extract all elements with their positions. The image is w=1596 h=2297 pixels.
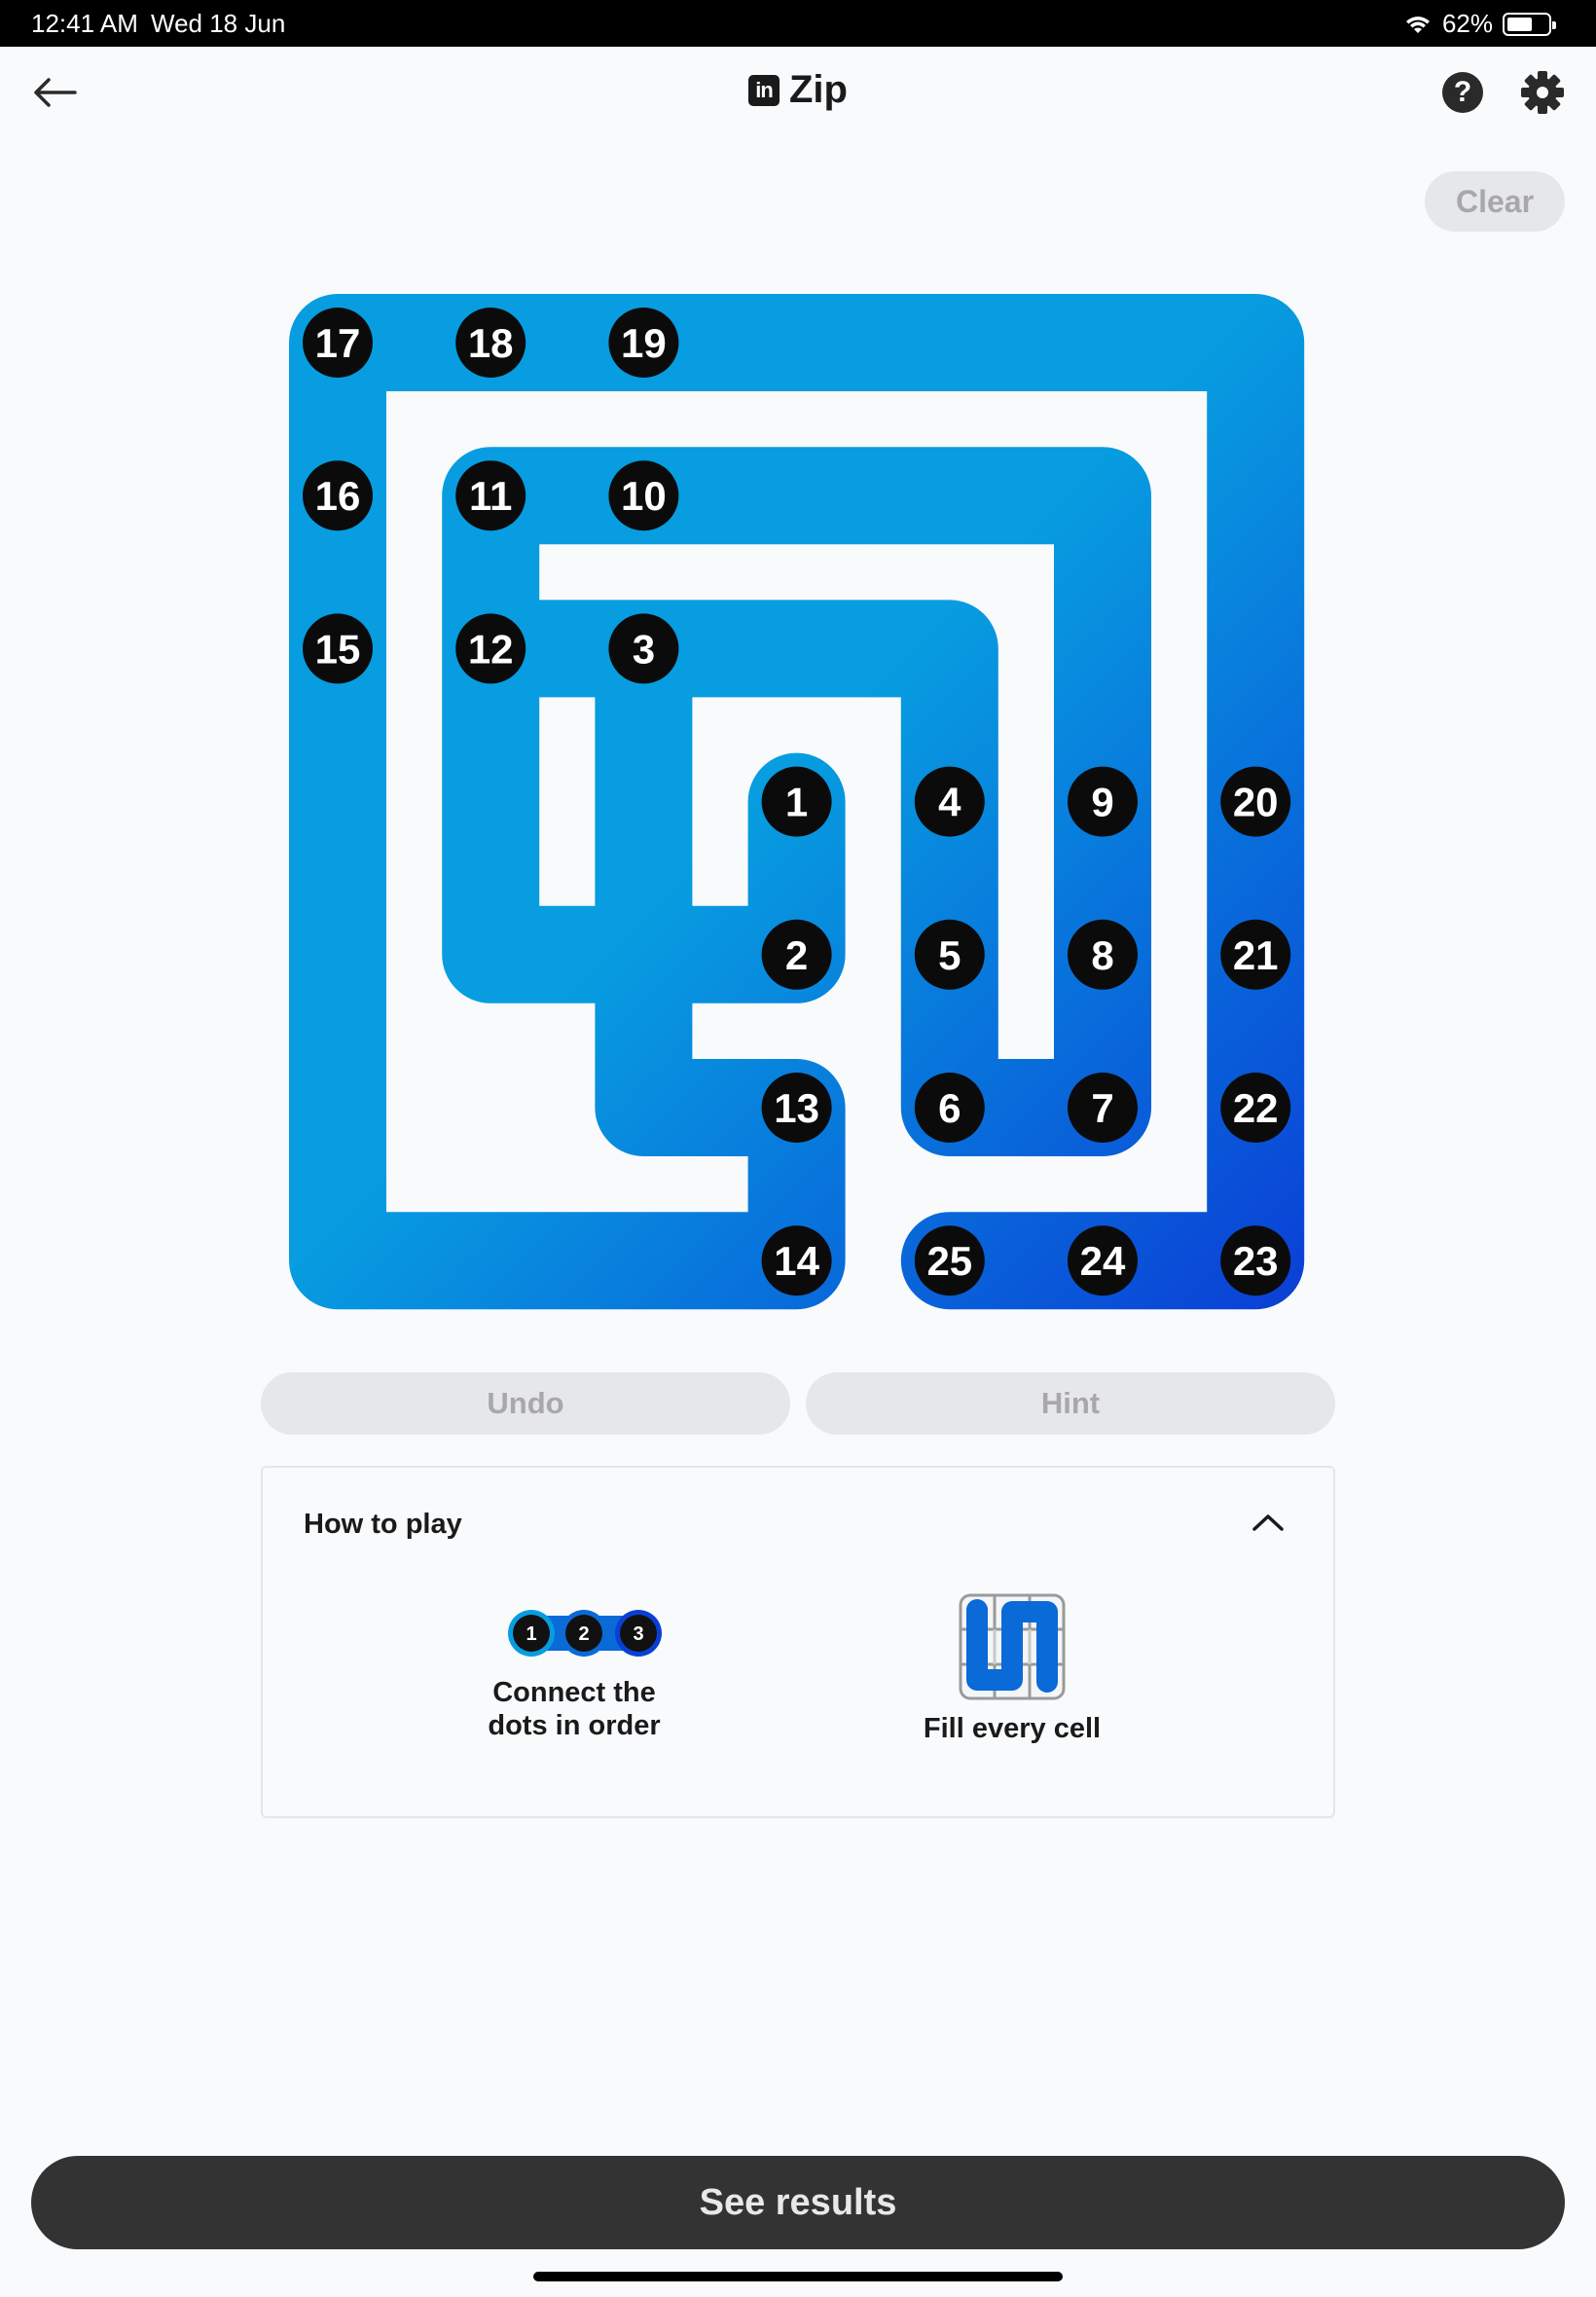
number-dot-label: 15 [315, 626, 361, 672]
puzzle-grid[interactable]: 17 18 1916 11 1015 12 31 4 9 202 5 8 2113 6 7 2214 25 24 2… [289, 294, 1307, 1312]
number-dot-1[interactable]: 1 [761, 766, 832, 837]
number-dot-label: 4 [938, 780, 961, 825]
help-button[interactable]: ? [1442, 72, 1483, 113]
status-time: 12:41 AM [31, 9, 138, 38]
battery-fill [1507, 17, 1532, 31]
see-results-button[interactable]: See results [31, 2156, 1565, 2249]
wifi-icon [1405, 16, 1430, 33]
how-to-play-panel: How to play 1 2 3 Connect the dots in or… [261, 1466, 1335, 1818]
page-title: in Zip [0, 68, 1596, 112]
connect-dots-icon: 1 2 3 [508, 1610, 662, 1657]
number-dot-label: 14 [774, 1238, 819, 1284]
number-dot-label: 5 [938, 932, 961, 978]
number-dot-14[interactable]: 14 [761, 1225, 832, 1296]
number-dot-25[interactable]: 25 [914, 1225, 985, 1296]
number-dot-label: 25 [926, 1238, 972, 1284]
number-dot-15[interactable]: 15 [303, 613, 373, 684]
page-title-text: Zip [789, 68, 848, 111]
number-dot-5[interactable]: 5 [914, 919, 985, 990]
chevron-up-icon[interactable] [1251, 1511, 1285, 1534]
fill-grid-icon [959, 1593, 1066, 1700]
number-dot-label: 22 [1233, 1085, 1279, 1131]
number-dot-label: 18 [468, 320, 514, 366]
number-dot-7[interactable]: 7 [1068, 1073, 1138, 1143]
number-dot-label: 20 [1233, 780, 1279, 825]
number-dot-18[interactable]: 18 [455, 308, 526, 378]
status-right: 62% [1403, 9, 1556, 39]
number-dot-label: 19 [621, 320, 667, 366]
number-dot-3[interactable]: 3 [608, 613, 679, 684]
number-dot-label: 11 [469, 473, 512, 519]
number-dot-23[interactable]: 23 [1220, 1225, 1291, 1296]
number-dot-label: 10 [621, 473, 667, 519]
number-dot-label: 21 [1233, 932, 1279, 978]
number-dot-4[interactable]: 4 [914, 766, 985, 837]
rule-dot-1: 1 [526, 1623, 536, 1645]
number-dot-label: 7 [1091, 1085, 1113, 1131]
number-dot-12[interactable]: 12 [455, 613, 526, 684]
number-dot-label: 9 [1091, 780, 1113, 825]
rule-connect-dots-text: Connect the dots in order [488, 1677, 661, 1741]
rule-fill-cells-text: Fill every cell [923, 1713, 1102, 1744]
number-dot-label: 16 [315, 473, 361, 519]
number-dot-label: 17 [315, 320, 361, 366]
number-dot-label: 12 [468, 626, 514, 672]
linkedin-logo-icon: in [748, 74, 780, 106]
number-dot-11[interactable]: 11 [455, 460, 526, 531]
undo-button[interactable]: Undo [261, 1372, 790, 1435]
settings-button[interactable] [1520, 70, 1565, 115]
number-dot-2[interactable]: 2 [761, 919, 832, 990]
status-bar: 12:41 AM Wed 18 Jun 62% [0, 0, 1596, 47]
number-dot-17[interactable]: 17 [303, 308, 373, 378]
battery-icon [1503, 12, 1556, 36]
number-dot-24[interactable]: 24 [1068, 1225, 1138, 1296]
rule-dot-2: 2 [578, 1623, 589, 1645]
question-mark-icon: ? [1453, 76, 1472, 108]
number-dot-21[interactable]: 21 [1220, 919, 1291, 990]
number-dot-label: 13 [774, 1085, 819, 1131]
number-dot-label: 24 [1080, 1238, 1126, 1284]
number-dot-10[interactable]: 10 [608, 460, 679, 531]
home-indicator [533, 2272, 1063, 2281]
number-dot-label: 1 [785, 780, 808, 825]
how-to-play-title: How to play [304, 1509, 462, 1540]
status-date: Wed 18 Jun [151, 9, 286, 38]
number-dot-label: 6 [938, 1085, 961, 1131]
rule-dot-3: 3 [633, 1623, 643, 1645]
gear-icon [1521, 71, 1564, 114]
number-dot-label: 23 [1233, 1238, 1279, 1284]
hint-button[interactable]: Hint [806, 1372, 1335, 1435]
number-dot-8[interactable]: 8 [1068, 919, 1138, 990]
clear-button[interactable]: Clear [1425, 171, 1565, 232]
number-dot-19[interactable]: 19 [608, 308, 679, 378]
number-dot-9[interactable]: 9 [1068, 766, 1138, 837]
number-dot-20[interactable]: 20 [1220, 766, 1291, 837]
number-dot-13[interactable]: 13 [761, 1073, 832, 1143]
number-dot-label: 3 [633, 626, 655, 672]
puzzle-board[interactable]: 17 18 19 16 11 10 15 12 3 1 4 9 20 2 5 8 21 13 6 7 22 14 25 24 2… [289, 294, 1307, 1312]
battery-tip [1552, 20, 1556, 29]
number-dot-6[interactable]: 6 [914, 1073, 985, 1143]
number-dot-22[interactable]: 22 [1220, 1073, 1291, 1143]
battery-percent: 62% [1441, 9, 1493, 38]
number-dot-label: 2 [785, 932, 808, 978]
number-dot-label: 8 [1091, 932, 1113, 978]
number-dot-16[interactable]: 16 [303, 460, 373, 531]
